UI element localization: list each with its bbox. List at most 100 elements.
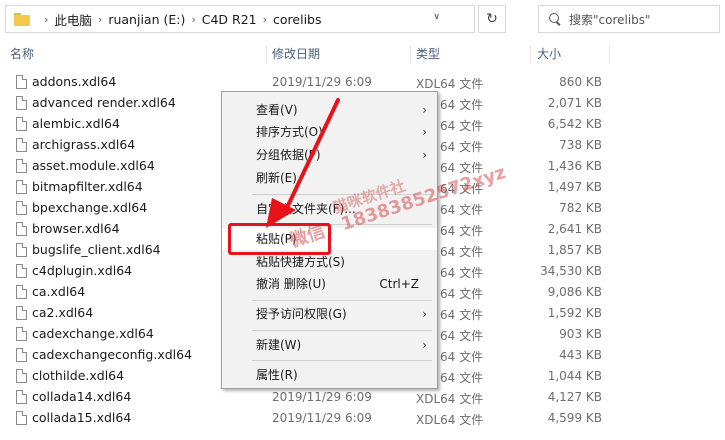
- chevron-right-icon: ›: [422, 307, 427, 321]
- menu-item-give-access[interactable]: 授予访问权限(G) ›: [222, 303, 437, 325]
- file-date: 2019/11/29 6:09: [272, 390, 372, 404]
- menu-item-label: 撤消 删除(U): [256, 277, 326, 291]
- menu-separator: [252, 300, 432, 301]
- file-type: 64 文件: [440, 140, 484, 154]
- file-size: 1,497 KB: [547, 180, 602, 194]
- menu-item-group[interactable]: 分组依据(P) ›: [222, 144, 437, 166]
- file-name: browser.xdl64: [32, 221, 120, 236]
- file-size: 903 KB: [559, 327, 602, 341]
- file-name: ca.xdl64: [32, 284, 86, 299]
- file-name: alembic.xdl64: [32, 116, 120, 131]
- file-row[interactable]: collada14.xdl64 2019/11/29 6:09 XDL64 文件 4,…: [0, 387, 725, 408]
- file-type: 64 文件: [440, 266, 484, 280]
- menu-item-properties[interactable]: 属性(R): [222, 364, 437, 386]
- column-divider[interactable]: [609, 46, 610, 64]
- file-icon: [16, 264, 27, 278]
- search-box[interactable]: 搜索"corelibs": [538, 5, 720, 33]
- file-type: 64 文件: [440, 350, 484, 364]
- file-date: 2019/11/29 6:09: [272, 75, 372, 89]
- file-name: cadexchange.xdl64: [32, 326, 154, 341]
- file-icon: [16, 138, 27, 152]
- column-header-date[interactable]: 修改日期: [262, 42, 410, 66]
- file-name: bugslife_client.xdl64: [32, 242, 161, 257]
- file-size: 1,592 KB: [547, 306, 602, 320]
- breadcrumb-c4d[interactable]: C4D R21: [202, 12, 257, 27]
- menu-item-label: 分组依据(P): [256, 148, 321, 162]
- menu-item-shortcut: Ctrl+Z: [379, 277, 419, 291]
- file-icon: [16, 96, 27, 110]
- file-size: 860 KB: [559, 75, 602, 89]
- file-icon: [16, 117, 27, 131]
- address-bar[interactable]: › 此电脑 › ruanjian (E:) › C4D R21 › coreli…: [5, 5, 475, 33]
- file-name: c4dplugin.xdl64: [32, 263, 133, 278]
- file-size: 1,436 KB: [547, 159, 602, 173]
- file-row[interactable]: addons.xdl64 2019/11/29 6:09 XDL64 文件 860 K…: [0, 72, 725, 93]
- menu-item-new[interactable]: 新建(W) ›: [222, 334, 437, 356]
- file-size: 443 KB: [559, 348, 602, 362]
- column-header-name[interactable]: 名称: [0, 42, 266, 66]
- highlight-box: [228, 223, 331, 255]
- chevron-down-icon[interactable]: ∨: [433, 12, 440, 22]
- refresh-button[interactable]: ↻: [478, 5, 506, 33]
- file-size: 2,071 KB: [547, 96, 602, 110]
- file-icon: [16, 285, 27, 299]
- menu-item-view[interactable]: 查看(V) ›: [222, 99, 437, 121]
- file-name: collada14.xdl64: [32, 389, 132, 404]
- menu-item-undo-delete[interactable]: 撤消 删除(U) Ctrl+Z: [222, 273, 437, 295]
- file-icon: [16, 369, 27, 383]
- column-headers: 名称 修改日期 类型 大小: [0, 42, 725, 66]
- menu-item-sort[interactable]: 排序方式(O) ›: [222, 121, 437, 143]
- file-date: 2019/11/29 6:09: [272, 411, 372, 425]
- file-type: 64 文件: [440, 224, 484, 238]
- file-name: bpexchange.xdl64: [32, 200, 148, 215]
- file-type: 64 文件: [440, 371, 484, 385]
- file-icon: [16, 180, 27, 194]
- file-name: cadexchangeconfig.xdl64: [32, 347, 193, 362]
- file-type: XDL64 文件: [416, 77, 484, 91]
- file-name: ca2.xdl64: [32, 305, 94, 320]
- breadcrumb-this-pc[interactable]: 此电脑: [54, 10, 92, 29]
- file-name: advanced render.xdl64: [32, 95, 176, 110]
- file-icon: [16, 222, 27, 236]
- breadcrumb-corelibs[interactable]: corelibs: [273, 12, 321, 27]
- file-type: 64 文件: [440, 308, 484, 322]
- folder-icon: [14, 12, 30, 26]
- file-size: 1,857 KB: [547, 243, 602, 257]
- file-name: archigrass.xdl64: [32, 137, 136, 152]
- file-name: addons.xdl64: [32, 74, 117, 89]
- file-name: asset.module.xdl64: [32, 158, 155, 173]
- file-type: 64 文件: [440, 287, 484, 301]
- file-icon: [16, 243, 27, 257]
- chevron-right-icon[interactable]: ›: [98, 13, 102, 26]
- file-icon: [16, 159, 27, 173]
- menu-item-label: 排序方式(O): [256, 125, 323, 139]
- search-input[interactable]: 搜索"corelibs": [569, 11, 651, 28]
- chevron-right-icon: ›: [44, 12, 49, 26]
- file-icon: [16, 75, 27, 89]
- file-size: 738 KB: [559, 138, 602, 152]
- chevron-right-icon[interactable]: ›: [263, 13, 267, 26]
- chevron-right-icon[interactable]: ›: [191, 13, 195, 26]
- file-icon: [16, 411, 27, 425]
- menu-item-label: 新建(W): [256, 338, 302, 352]
- file-icon: [16, 201, 27, 215]
- file-size: 2,641 KB: [547, 222, 602, 236]
- file-icon: [16, 348, 27, 362]
- file-size: 4,127 KB: [547, 390, 602, 404]
- column-header-size[interactable]: 大小: [527, 42, 609, 66]
- file-type: XDL64 文件: [416, 413, 484, 427]
- menu-item-label: 属性(R): [256, 368, 298, 382]
- file-type: 64 文件: [440, 203, 484, 217]
- column-header-type[interactable]: 类型: [406, 42, 530, 66]
- chevron-right-icon: ›: [422, 338, 427, 352]
- menu-item-label: 粘贴快捷方式(S): [256, 255, 345, 269]
- menu-item-label: 授予访问权限(G): [256, 307, 347, 321]
- breadcrumb-drive[interactable]: ruanjian (E:): [108, 12, 185, 27]
- file-size: 34,530 KB: [540, 264, 602, 278]
- file-type: 64 文件: [440, 329, 484, 343]
- file-icon: [16, 306, 27, 320]
- file-row[interactable]: collada15.xdl64 2019/11/29 6:09 XDL64 文件 4,…: [0, 408, 725, 429]
- refresh-icon: ↻: [486, 11, 498, 27]
- file-size: 1,044 KB: [547, 369, 602, 383]
- menu-item-label: 刷新(E): [256, 171, 297, 185]
